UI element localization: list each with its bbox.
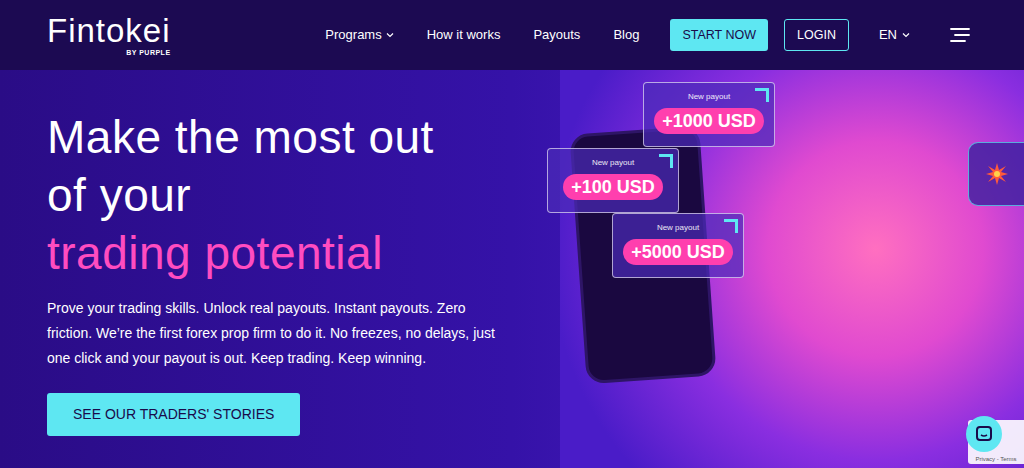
payout-caption: New payout [592,158,634,168]
recaptcha-links[interactable]: Privacy - Terms [975,456,1016,463]
traders-stories-button[interactable]: SEE OUR TRADERS' STORIES [47,393,300,436]
main-nav: Programs How it works Payouts Blog [325,25,639,45]
nav-label: Blog [613,25,639,45]
logo-name: Fintokei [47,14,171,48]
header-actions: START NOW LOGIN EN [670,19,970,52]
chevron-down-icon [386,32,394,38]
payout-card: New payout +5000 USD [612,213,744,278]
payout-card: New payout +100 USD [547,148,679,213]
top-nav: FintokeiBY PURPLE Programs How it works Pay… [0,0,1024,70]
hero-content: Make the most outof yourtrading potentia… [0,70,540,436]
payout-card: New payout +1000 USD [643,82,775,147]
hero-highlight: trading potential [47,224,434,282]
chat-icon [975,425,993,443]
nav-label: Payouts [533,25,580,45]
hero-title-line: Make the most out [47,108,434,166]
payout-amount: +5000 USD [623,239,733,265]
corner-accent-icon [724,219,738,233]
side-widget[interactable] [968,142,1024,206]
hero-description: Prove your trading skills. Unlock real p… [47,296,507,371]
corner-accent-icon [659,154,673,168]
menu-icon[interactable] [950,27,970,43]
language-select[interactable]: EN [879,25,910,45]
nav-item[interactable]: Payouts [533,25,580,45]
nav-item[interactable]: Blog [613,25,639,45]
payout-caption: New payout [657,223,699,233]
nav-label: Programs [325,25,381,45]
hero-section: Make the most outof yourtrading potentia… [0,70,1024,468]
payout-caption: New payout [688,92,730,102]
payout-amount: +100 USD [563,174,663,200]
language-label: EN [879,25,897,45]
chevron-down-icon [902,32,910,38]
nav-label: How it works [427,25,501,45]
nav-item[interactable]: How it works [427,25,501,45]
logo[interactable]: FintokeiBY PURPLE [47,14,171,56]
login-button[interactable]: LOGIN [784,19,849,52]
hero-title-line: of your [47,166,434,224]
payout-amount: +1000 USD [654,108,764,134]
burst-icon [985,162,1009,186]
nav-item[interactable]: Programs [325,25,393,45]
chat-button[interactable] [966,416,1002,452]
hero-title: Make the most outof yourtrading potentia… [47,108,434,282]
logo-tagline: BY PURPLE [126,49,170,56]
corner-accent-icon [755,88,769,102]
start-now-button[interactable]: START NOW [670,19,768,52]
